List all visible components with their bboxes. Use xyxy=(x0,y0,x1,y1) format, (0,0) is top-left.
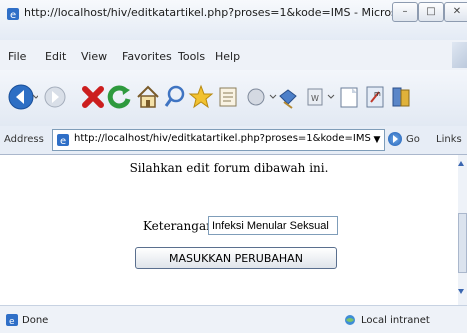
scroll-thumb[interactable] xyxy=(458,213,467,273)
favorites-icon[interactable] xyxy=(188,82,214,112)
scroll-up-icon[interactable] xyxy=(458,161,464,166)
research-icon[interactable]: m xyxy=(364,82,388,112)
title-bar: e http://localhost/hiv/editkatartikel.ph… xyxy=(0,0,467,40)
page-content: Silahkan edit forum dibawah ini. Keteran… xyxy=(0,155,458,305)
page-icon: e xyxy=(57,134,69,147)
edit-icon[interactable]: W xyxy=(304,82,336,112)
stop-icon[interactable] xyxy=(80,82,106,112)
local-intranet-icon xyxy=(345,315,355,325)
address-input[interactable]: e http://localhost/hiv/editkatartikel.ph… xyxy=(52,129,385,151)
windows-logo-icon xyxy=(452,42,467,68)
svg-text:e: e xyxy=(10,10,16,21)
address-bar: Address e http://localhost/hiv/editkatar… xyxy=(0,126,467,155)
maximize-button[interactable]: □ xyxy=(418,2,444,22)
window-title: http://localhost/hiv/editkatartikel.php?… xyxy=(24,6,451,19)
security-zone: Local intranet xyxy=(361,315,430,326)
menu-view[interactable]: View xyxy=(81,50,107,63)
close-button[interactable]: ✕ xyxy=(444,2,467,22)
menu-help[interactable]: Help xyxy=(215,50,240,63)
address-url: http://localhost/hiv/editkatartikel.php?… xyxy=(74,133,371,144)
go-button[interactable]: Go xyxy=(406,134,420,145)
scroll-down-icon[interactable] xyxy=(458,289,464,294)
search-icon[interactable] xyxy=(162,82,188,112)
svg-text:W: W xyxy=(311,94,319,103)
home-icon[interactable] xyxy=(135,82,161,112)
svg-text:e: e xyxy=(9,317,15,326)
menu-favorites[interactable]: Favorites xyxy=(122,50,172,63)
forward-icon[interactable] xyxy=(42,82,74,112)
go-icon[interactable] xyxy=(388,132,402,146)
menu-bar: File Edit View Favorites Tools Help xyxy=(0,40,467,70)
vertical-scrollbar[interactable] xyxy=(458,155,467,305)
minimize-button[interactable]: – xyxy=(392,2,418,22)
links-button[interactable]: Links xyxy=(436,134,462,145)
page-done-icon: e xyxy=(6,314,18,326)
page-heading: Silahkan edit forum dibawah ini. xyxy=(129,161,329,175)
keterangan-input[interactable]: Infeksi Menular Seksual xyxy=(208,216,338,235)
bookmark-icon[interactable] xyxy=(390,82,414,112)
history-icon[interactable] xyxy=(216,82,240,112)
status-text: Done xyxy=(22,315,49,326)
svg-text:e: e xyxy=(60,136,66,147)
toolbar: W m xyxy=(0,70,467,127)
back-icon[interactable] xyxy=(6,82,38,112)
menu-edit[interactable]: Edit xyxy=(45,50,66,63)
submit-button[interactable]: MASUKKAN PERUBAHAN xyxy=(135,247,337,269)
menu-tools[interactable]: Tools xyxy=(178,50,205,63)
messenger-icon[interactable] xyxy=(338,82,362,112)
refresh-icon[interactable] xyxy=(107,82,133,112)
print-icon[interactable] xyxy=(276,82,300,112)
ie-page-icon: e xyxy=(7,8,19,21)
mail-icon[interactable] xyxy=(244,82,278,112)
chevron-down-icon[interactable]: ▼ xyxy=(370,130,384,150)
address-label: Address xyxy=(4,134,44,145)
menu-file[interactable]: File xyxy=(8,50,26,63)
status-bar: e Done Local intranet xyxy=(0,305,467,333)
svg-text:m: m xyxy=(374,90,381,98)
